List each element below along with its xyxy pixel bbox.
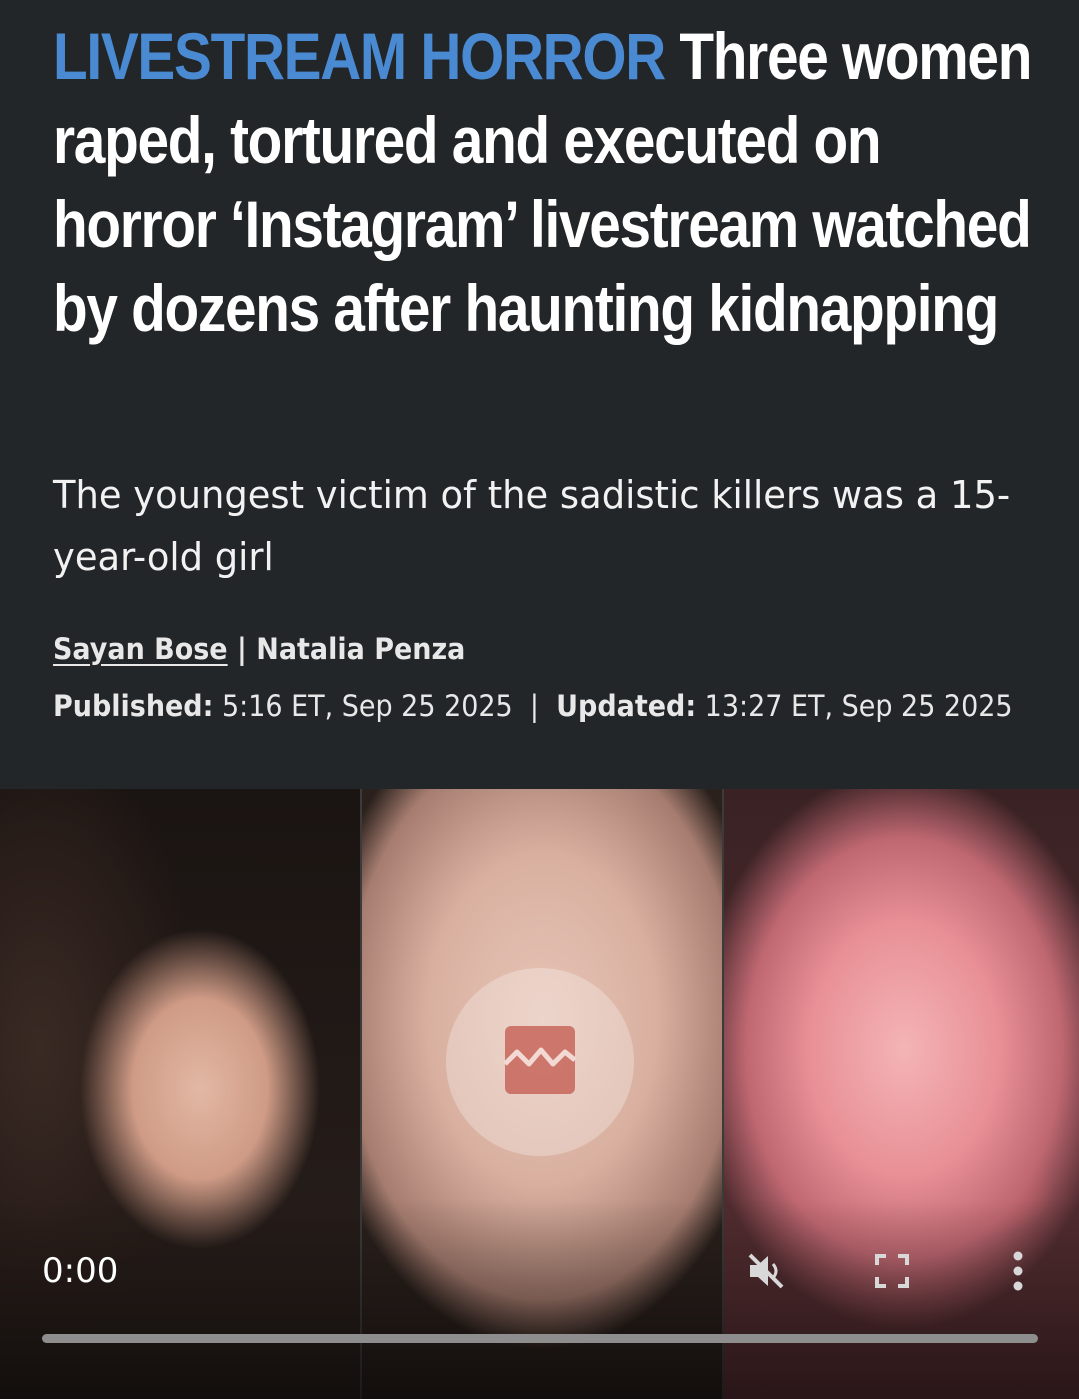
- video-current-time: 0:00: [42, 1251, 119, 1291]
- published-label: Published:: [53, 689, 214, 723]
- updated-label: Updated:: [556, 689, 697, 723]
- fullscreen-button[interactable]: [868, 1249, 916, 1297]
- more-options-button[interactable]: [994, 1249, 1042, 1297]
- broken-image-button[interactable]: [446, 968, 634, 1156]
- standfirst: The youngest victim of the sadistic kill…: [53, 473, 1011, 579]
- video-player[interactable]: 0:00: [0, 789, 1079, 1399]
- byline: Sayan Bose | Natalia Penza: [53, 632, 465, 666]
- fullscreen-icon: [874, 1253, 910, 1294]
- video-controls-gradient: [0, 1199, 1079, 1399]
- volume-muted-icon: [744, 1249, 788, 1298]
- author-link-sayan-bose[interactable]: Sayan Bose: [53, 632, 228, 666]
- author-natalia-penza: Natalia Penza: [256, 632, 466, 666]
- article-dates: Published: 5:16 ET, Sep 25 2025 | Update…: [53, 689, 1013, 723]
- dates-separator: |: [512, 689, 557, 723]
- headline: LIVESTREAM HORROR Three women raped, tor…: [53, 14, 1042, 350]
- article-header: LIVESTREAM HORROR Three women raped, tor…: [0, 0, 1079, 789]
- published-value: 5:16 ET, Sep 25 2025: [213, 689, 513, 723]
- video-progress-bar[interactable]: [42, 1334, 1038, 1343]
- mute-button[interactable]: [742, 1249, 790, 1297]
- broken-image-icon: [503, 1024, 577, 1101]
- byline-separator: |: [227, 632, 257, 666]
- more-vertical-icon: [1012, 1251, 1024, 1296]
- updated-value: 13:27 ET, Sep 25 2025: [696, 689, 1013, 723]
- headline-kicker: LIVESTREAM HORROR: [53, 19, 666, 93]
